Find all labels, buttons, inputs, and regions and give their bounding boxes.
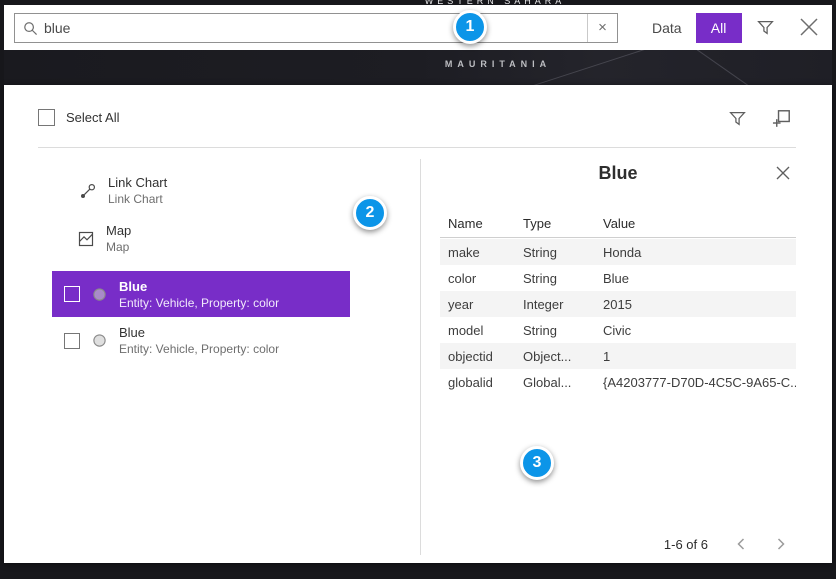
table-row: model String Civic: [440, 317, 796, 343]
header-divider: [38, 147, 796, 148]
result-item-link-chart[interactable]: Link Chart Link Chart: [80, 175, 167, 206]
scope-all-button[interactable]: All: [696, 13, 742, 43]
result-item-map[interactable]: Map Map: [78, 223, 131, 254]
table-header-divider: [440, 237, 796, 238]
map-background: MAURITANIA: [4, 50, 832, 85]
app-window: WESTERN SAHARA MAURITANIA × Data All Sel…: [0, 0, 836, 579]
cell-name: color: [448, 271, 523, 286]
cell-name: make: [448, 245, 523, 260]
item-checkbox[interactable]: [64, 333, 80, 349]
scope-toggle: Data All: [638, 13, 742, 43]
cell-name: globalid: [448, 375, 523, 390]
result-item-blue[interactable]: Blue Entity: Vehicle, Property: color: [64, 325, 279, 356]
cell-value: Blue: [603, 271, 796, 286]
search-icon: [23, 21, 38, 36]
item-title: Blue: [119, 279, 279, 294]
pagination-label: 1-6 of 6: [664, 537, 708, 552]
search-toolbar: × Data All: [4, 5, 832, 50]
close-detail-icon[interactable]: [774, 165, 792, 183]
callout-3: 3: [520, 446, 554, 480]
item-subtitle: Link Chart: [108, 192, 167, 206]
search-input[interactable]: [38, 20, 587, 36]
table-row: color String Blue: [440, 265, 796, 291]
item-checkbox[interactable]: [64, 286, 80, 302]
map-icon: [78, 231, 94, 247]
cell-type: String: [523, 245, 603, 260]
cell-type: String: [523, 323, 603, 338]
link-chart-icon: [80, 183, 96, 199]
table-row: objectid Object... 1: [440, 343, 796, 369]
cell-type: String: [523, 271, 603, 286]
select-all-row: Select All: [38, 109, 119, 126]
callout-1: 1: [453, 10, 487, 44]
add-selection-icon[interactable]: [772, 109, 791, 128]
panel-divider: [420, 159, 421, 555]
map-label-mauritania: MAURITANIA: [164, 59, 832, 69]
cell-value: 2015: [603, 297, 796, 312]
close-search-icon[interactable]: [797, 15, 821, 39]
cell-value: {A4203777-D70D-4C5C-9A65-C...: [603, 375, 796, 390]
column-type: Type: [523, 216, 603, 231]
column-value: Value: [603, 216, 796, 231]
search-box: ×: [14, 13, 618, 43]
entity-circle-icon: [92, 287, 107, 302]
cell-type: Object...: [523, 349, 603, 364]
cell-name: objectid: [448, 349, 523, 364]
filter-icon[interactable]: [756, 19, 774, 37]
select-all-checkbox[interactable]: [38, 109, 55, 126]
entity-circle-icon: [92, 333, 107, 348]
cell-name: model: [448, 323, 523, 338]
item-title: Blue: [119, 325, 279, 340]
cell-value: Civic: [603, 323, 796, 338]
item-subtitle: Map: [106, 240, 131, 254]
cell-value: Honda: [603, 245, 796, 260]
item-title: Map: [106, 223, 131, 238]
properties-table: make String Honda color String Blue year…: [440, 239, 796, 395]
results-filter-icon[interactable]: [728, 110, 746, 128]
table-row: year Integer 2015: [440, 291, 796, 317]
item-title: Link Chart: [108, 175, 167, 190]
pagination: 1-6 of 6: [440, 535, 796, 553]
callout-2: 2: [353, 196, 387, 230]
cell-name: year: [448, 297, 523, 312]
table-row: globalid Global... {A4203777-D70D-4C5C-9…: [440, 369, 796, 395]
result-item-blue-selected[interactable]: Blue Entity: Vehicle, Property: color: [52, 271, 350, 317]
cell-type: Global...: [523, 375, 603, 390]
item-subtitle: Entity: Vehicle, Property: color: [119, 342, 279, 356]
cell-value: 1: [603, 349, 796, 364]
prev-page-icon[interactable]: [734, 537, 748, 551]
cell-type: Integer: [523, 297, 603, 312]
select-all-label[interactable]: Select All: [66, 110, 119, 125]
table-header: Name Type Value: [440, 216, 796, 231]
clear-search-button[interactable]: ×: [587, 14, 617, 42]
next-page-icon[interactable]: [774, 537, 788, 551]
results-panel: Select All Link Chart Link Chart Map: [4, 85, 832, 563]
scope-data-button[interactable]: Data: [638, 20, 696, 36]
table-row: make String Honda: [440, 239, 796, 265]
detail-title: Blue: [440, 163, 796, 184]
column-name: Name: [448, 216, 523, 231]
item-subtitle: Entity: Vehicle, Property: color: [119, 296, 279, 310]
